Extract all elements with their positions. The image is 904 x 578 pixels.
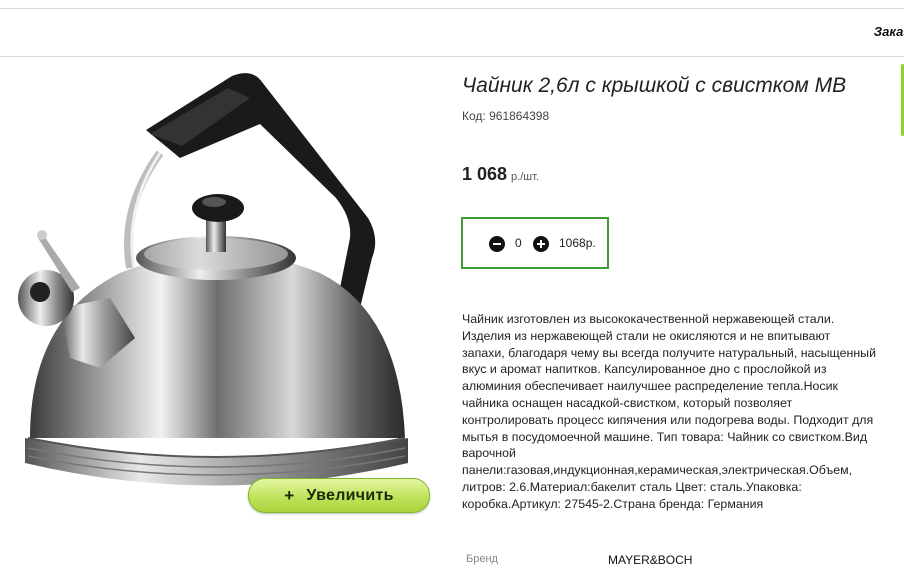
product-title: Чайник 2,6л с крышкой с свистком МВ (462, 74, 847, 97)
code-value: 961864398 (489, 109, 550, 123)
header-bar: Заказ (0, 9, 904, 57)
price-value: 1 068 (462, 164, 508, 184)
zoom-button[interactable]: + Увеличить (248, 478, 430, 513)
quantity-stepper: 0 1068р. (461, 217, 609, 269)
price-unit: р./шт. (511, 171, 539, 183)
cart-sum: 1068р. (559, 236, 596, 250)
quantity-value[interactable]: 0 (515, 236, 522, 250)
code-label: Код: (462, 109, 486, 123)
zoom-button-label: Увеличить (306, 486, 394, 504)
plus-icon: + (284, 485, 295, 505)
brand-value: MAYER&BOCH (608, 553, 693, 567)
product-code: Код: 961864398 (462, 109, 549, 123)
minus-circle-icon[interactable] (489, 236, 505, 252)
brand-label: Бренд (466, 553, 498, 565)
product-price: 1 068 р./шт. (462, 164, 539, 185)
kettle-photo-icon (18, 73, 408, 486)
product-description: Чайник изготовлен из высококачественной … (462, 312, 877, 511)
plus-circle-icon[interactable] (533, 236, 549, 252)
orders-link[interactable]: Заказ (874, 24, 904, 39)
product-image[interactable]: + Увеличить (0, 58, 440, 528)
